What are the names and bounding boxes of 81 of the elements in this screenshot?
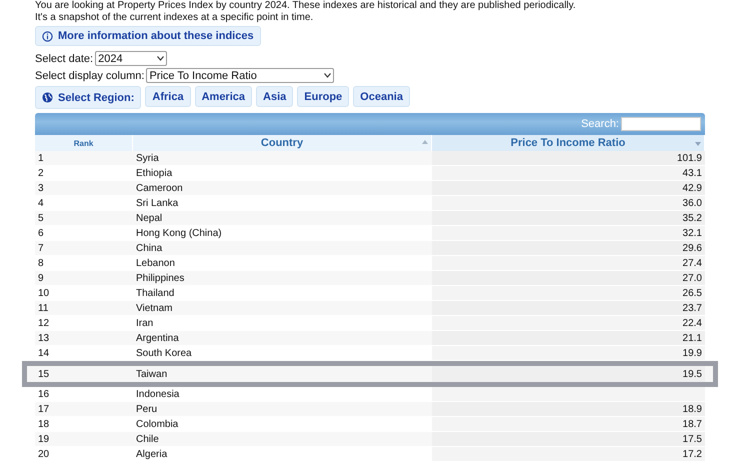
table-cell: 29.6 [432, 241, 705, 255]
table-cell: 22.4 [432, 316, 705, 330]
table-cell: 21.1 [432, 331, 705, 345]
table-cell-text: 8 [37, 256, 45, 270]
column-header[interactable]: Rank [35, 135, 133, 151]
table-cell-text: Lebanon [135, 256, 176, 270]
caret-icon [157, 56, 164, 61]
table-cell-text: 5 [37, 212, 45, 225]
table-cell-text: 12 [37, 316, 50, 330]
table-cell-text: Indonesia [135, 388, 180, 401]
table-cell: 35.2 [432, 211, 705, 225]
table-cell-text: Taiwan [135, 368, 168, 382]
region-button[interactable]: Africa [145, 86, 191, 107]
table-cell-text: 16 [37, 388, 50, 401]
table-cell-text: Vietnam [135, 302, 174, 315]
caret-icon [324, 73, 332, 78]
table-cell-text: 2 [37, 166, 45, 180]
table-cell: 27.0 [432, 271, 705, 285]
table-cell: 19.5 [432, 366, 705, 382]
table-cell-text: 13 [37, 332, 50, 345]
table-cell-text: 14 [37, 346, 50, 360]
table-cell-text: China [135, 242, 164, 255]
region-button[interactable]: Oceania [353, 86, 410, 107]
table-cell-text: 4 [37, 196, 45, 210]
region-label: Select Region: [35, 86, 142, 109]
date-label: Select date: [35, 52, 94, 64]
table-cell: 32.1 [432, 226, 705, 240]
table-cell-text: 20 [37, 448, 50, 461]
table-cell: 23.7 [432, 301, 705, 315]
table-cell-text: Cameroon [135, 182, 184, 195]
table-cell: 36.0 [432, 196, 705, 210]
table-cell-text: 19 [37, 432, 50, 446]
table-cell-text: Thailand [135, 286, 176, 300]
region-button[interactable]: Asia [256, 86, 294, 107]
table-cell-text: 17 [37, 402, 50, 416]
date-select[interactable]: 2024 [95, 51, 168, 66]
table-cell-text: Syria [135, 152, 160, 165]
table-cell: 101.9 [432, 151, 705, 165]
search-field[interactable] [621, 117, 701, 131]
table-cell: 17.5 [432, 432, 705, 446]
table-cell-text: Peru [135, 402, 158, 416]
table-cell-text: Ethiopia [135, 166, 174, 180]
info-icon [42, 30, 53, 42]
region-button[interactable]: Europe [297, 86, 350, 107]
intro-text: It's a snapshot of the current indexes at a specific point in time. [35, 12, 314, 24]
column-label: Select display column: [35, 70, 144, 82]
table-cell: 18.9 [432, 402, 705, 416]
table-cell-text: Colombia [135, 418, 180, 431]
table-cell: 43.1 [432, 166, 705, 180]
table-cell: 17.2 [432, 447, 705, 461]
table-cell: 27.4 [432, 256, 705, 270]
column-select[interactable]: Price To Income Ratio [146, 68, 334, 83]
region-button[interactable]: America [194, 86, 252, 107]
intro-text: You are looking at Property Prices Index by country 2024. These indexes are historical and they are published periodically. [35, 0, 577, 12]
search-label: Search: [581, 118, 619, 130]
table-cell-text: Sri Lanka [135, 196, 180, 210]
table-cell-text: South Korea [135, 346, 193, 360]
table-cell: 19.9 [432, 346, 705, 360]
table-cell-text: 18 [37, 418, 50, 431]
column-header[interactable]: Country [133, 135, 432, 151]
table-cell: 26.5 [432, 286, 705, 300]
table-cell-text: 6 [37, 226, 45, 240]
info-button[interactable]: More information about these indices [35, 26, 261, 46]
table-cell: 42.9 [432, 181, 705, 195]
globe-icon [42, 92, 53, 103]
table-cell-text: Chile [135, 432, 160, 446]
table-cell: 18.7 [432, 417, 705, 431]
table-cell-text: 1 [37, 152, 45, 165]
table-cell-text: Argentina [135, 332, 180, 345]
table-cell-text: Algeria [135, 448, 168, 461]
table-cell-text: 7 [37, 242, 45, 255]
table-cell-text: 9 [37, 272, 45, 285]
table-cell-text: 11 [37, 302, 50, 315]
table-cell-text: Iran [135, 316, 154, 330]
column-header[interactable]: Price To Income Ratio [432, 135, 705, 151]
table-cell-text: Hong Kong (China) [135, 226, 223, 240]
table-cell-text: Philippines [135, 272, 186, 285]
table-cell-text: 15 [37, 368, 50, 382]
table-cell-text: 3 [37, 182, 45, 195]
table-cell-text: 10 [37, 286, 50, 300]
table-cell-text: Nepal [135, 212, 164, 225]
